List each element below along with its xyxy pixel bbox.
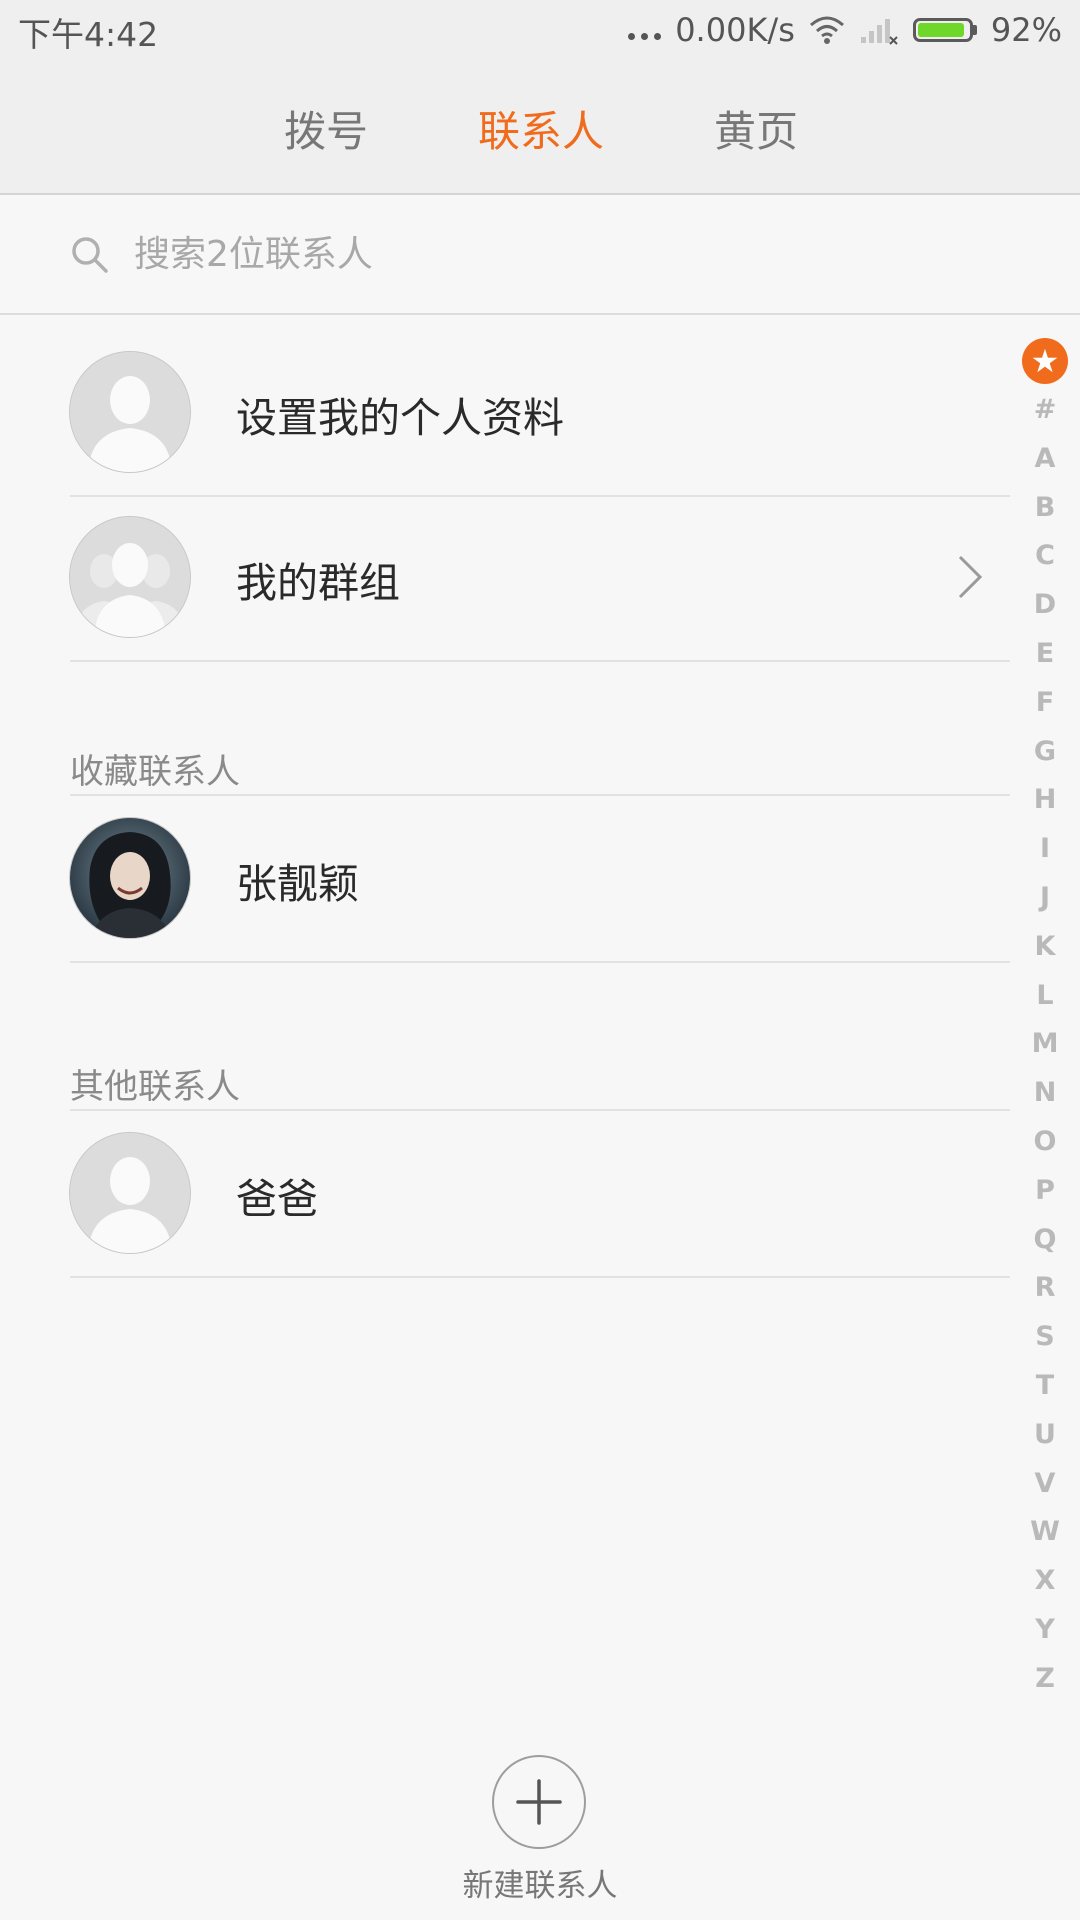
contact-name: 爸爸	[236, 1175, 318, 1223]
index-letter[interactable]: A	[1022, 435, 1068, 484]
index-letter[interactable]: N	[1022, 1069, 1068, 1118]
tab-contacts[interactable]: 联系人	[478, 98, 604, 159]
my-groups-row[interactable]: 我的群组	[70, 495, 1010, 662]
index-letter[interactable]: P	[1022, 1167, 1068, 1216]
person-avatar-icon	[70, 352, 190, 472]
status-time: 下午4:42	[18, 15, 159, 54]
tab-bar: 拨号 联系人 黄页	[0, 60, 1080, 195]
new-contact-label: 新建联系人	[462, 1868, 618, 1904]
wifi-icon	[809, 16, 844, 44]
search-icon	[72, 237, 108, 273]
index-letter[interactable]: Y	[1022, 1606, 1068, 1655]
index-letter[interactable]: H	[1022, 776, 1068, 825]
index-letter[interactable]: O	[1022, 1118, 1068, 1167]
index-letter[interactable]: C	[1022, 532, 1068, 581]
contact-name: 张靓颖	[236, 860, 359, 908]
my-profile-row[interactable]: 设置我的个人资料	[70, 330, 1010, 497]
group-avatar-icon	[70, 517, 190, 637]
favorites-star-icon[interactable]: ★	[1022, 338, 1068, 384]
other-contacts-section-header: 其他联系人	[70, 1059, 1010, 1111]
plus-icon	[516, 1779, 562, 1825]
contact-photo-avatar	[70, 818, 190, 938]
new-contact-button[interactable]	[492, 1755, 586, 1849]
person-avatar-icon	[70, 1133, 190, 1253]
index-letter[interactable]: S	[1022, 1313, 1068, 1362]
search-bar	[0, 195, 1080, 315]
index-letter[interactable]: J	[1022, 874, 1068, 923]
index-letter[interactable]: Q	[1022, 1216, 1068, 1265]
index-letter[interactable]: G	[1022, 728, 1068, 777]
index-letter[interactable]: D	[1022, 581, 1068, 630]
index-letter[interactable]: T	[1022, 1362, 1068, 1411]
index-letter[interactable]: R	[1022, 1264, 1068, 1313]
index-letter[interactable]: #	[1022, 386, 1068, 435]
index-letter[interactable]: I	[1022, 825, 1068, 874]
section-title: 收藏联系人	[70, 752, 240, 792]
tab-yellow-pages[interactable]: 黄页	[714, 98, 798, 159]
search-input[interactable]	[132, 225, 836, 283]
index-letter[interactable]: M	[1022, 1020, 1068, 1069]
index-letter[interactable]: L	[1022, 972, 1068, 1021]
alphabet-index[interactable]: ★ # A B C D E F G H I J K L M N O P Q R S T U V W X Y Z	[1022, 338, 1068, 1704]
section-title: 其他联系人	[70, 1067, 240, 1107]
my-profile-label: 设置我的个人资料	[236, 394, 564, 442]
network-speed: 0.00K/s	[675, 11, 795, 49]
index-letter[interactable]: W	[1022, 1508, 1068, 1557]
status-bar: 下午4:42 0.00K/s 92%	[0, 0, 1080, 60]
contact-row[interactable]: 爸爸	[70, 1111, 1010, 1278]
contact-row[interactable]: 张靓颖	[70, 796, 1010, 963]
battery-percent: 92%	[990, 11, 1062, 49]
chevron-right-icon	[958, 555, 983, 599]
index-letter[interactable]: B	[1022, 484, 1068, 533]
index-letter[interactable]: F	[1022, 679, 1068, 728]
my-groups-label: 我的群组	[236, 559, 400, 607]
index-letter[interactable]: Z	[1022, 1655, 1068, 1704]
index-letter[interactable]: U	[1022, 1411, 1068, 1460]
index-letter[interactable]: X	[1022, 1557, 1068, 1606]
battery-icon	[912, 18, 977, 42]
tab-dial[interactable]: 拨号	[284, 98, 368, 159]
favorites-section-header: 收藏联系人	[70, 744, 1010, 796]
status-icons: 0.00K/s 92%	[628, 6, 1062, 54]
signal-off-icon	[860, 19, 898, 45]
index-letter[interactable]: K	[1022, 923, 1068, 972]
more-dots-icon	[628, 32, 662, 40]
index-letter[interactable]: V	[1022, 1460, 1068, 1509]
index-letter[interactable]: E	[1022, 630, 1068, 679]
